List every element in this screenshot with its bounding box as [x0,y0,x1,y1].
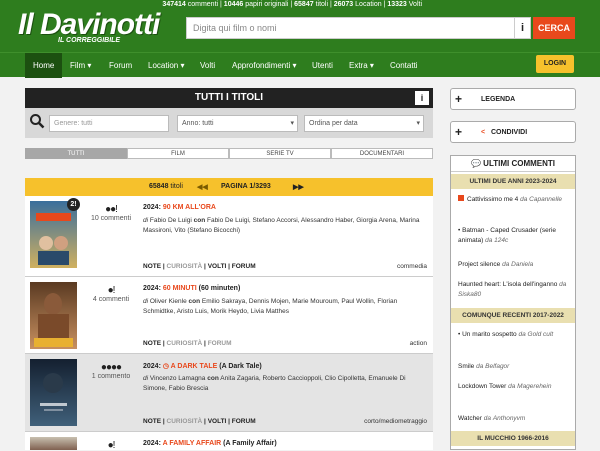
next-page-icon[interactable]: ▶▶ [293,183,304,191]
rating: ●●! [105,204,118,215]
link-volti[interactable]: VOLTI [208,263,227,270]
link-note[interactable]: NOTE [143,340,161,347]
comment-count[interactable]: 4 commenti [87,296,135,303]
nav-film[interactable]: Film ▾ [62,53,99,78]
link-note[interactable]: NOTE [143,418,161,425]
chevron-down-icon: ▾ [290,120,294,127]
page-indicator: PAGINA 1/3293 [221,183,271,190]
pager-bar: 65848 titoli ◀◀ PAGINA 1/3293 ▶▶ [25,178,433,196]
link-forum[interactable]: FORUM [232,418,256,425]
film-genre: action [409,340,427,347]
link-note[interactable]: NOTE [143,263,161,270]
film-credits: di Vincenzo Lamagna con Anita Zagaria, R… [143,375,406,392]
film-links: NOTE | CURIOSITÀ | VOLTI | FORUM [143,263,256,270]
film-row[interactable]: 2! ●●! 10 commenti 2024: 90 KM ALL'ORA d… [25,196,433,277]
film-poster[interactable] [30,201,77,268]
plus-icon: + [455,125,463,139]
search-icon [29,113,45,132]
page-title: TUTTI I TITOLI [25,88,433,108]
plus-icon: + [455,92,463,106]
film-credits: di Oliver Kienle con Emilio Sakraya, Den… [143,298,398,315]
logo-tagline: IL CORREGGIBILE [58,37,121,44]
info-icon[interactable]: i [415,91,429,105]
film-links: NOTE | CURIOSITÀ | FORUM [143,340,232,347]
search-input[interactable]: Digita qui film o nomi [186,17,516,39]
film-poster[interactable] [30,437,77,450]
film-links: NOTE | CURIOSITÀ | VOLTI | FORUM [143,418,256,425]
latest-comments-panel: 💬 ULTIMI COMMENTI ULTIMI DUE ANNI 2023-2… [450,155,576,450]
comment-item[interactable]: Smile da Belfagor [458,362,572,372]
chevron-down-icon: ▾ [416,120,420,127]
genre-input[interactable]: Genere: tutti [49,115,169,132]
comment-badge: 2! [67,198,80,211]
nav-contatti[interactable]: Contatti [382,53,426,78]
tab-tutti[interactable]: TUTTI [25,148,127,159]
search-button[interactable]: CERCA [533,17,575,39]
nav-extra[interactable]: Extra ▾ [341,53,382,78]
site-logo[interactable]: Il Davinotti IL CORREGGIBILE [18,8,168,48]
film-genre: corto/mediometraggio [364,418,427,425]
link-curiosita[interactable]: CURIOSITÀ [167,418,203,425]
nav-location[interactable]: Location ▾ [140,53,192,78]
year-select[interactable]: Anno: tutti ▾ [177,115,298,132]
film-title[interactable]: 2024: 60 MINUTI (60 minuten) [143,285,240,292]
comment-item[interactable]: Lockdown Tower da Magerehein [458,382,572,392]
film-credits: di Fabio De Luigi con Fabio De Luigi, St… [143,217,420,234]
rating: ●●●● [100,362,122,373]
rating: ●! [107,440,116,451]
flag-icon [458,195,464,201]
section-heading: ULTIMI DUE ANNI 2023-2024 [451,174,575,189]
type-tabs: TUTTI FILM SERIE TV DOCUMENTARI [25,148,433,159]
comment-item[interactable]: • Un marito sospetto da Gold cult [458,330,572,340]
comment-item[interactable]: Haunted heart: L'isola dell'inganno da S… [458,280,572,300]
film-row[interactable]: ●! 4 commenti 2024: 60 MINUTI (60 minute… [25,277,433,354]
tab-documentari[interactable]: DOCUMENTARI [331,148,433,159]
section-heading: IL MUCCHIO 1966-2016 [451,431,575,446]
legenda-button[interactable]: + LEGENDA [450,88,576,110]
title-count: 65848 titoli [149,183,183,190]
film-row[interactable]: ●●●● 1 commento 2024: ◷ A DARK TALE (A D… [25,354,433,432]
main-nav: Home Film ▾ Forum Location ▾ Volti Appro… [0,52,600,78]
nav-volti[interactable]: Volti [192,53,223,78]
filter-panel: TUTTI I TITOLI i Genere: tutti Anno: tut… [25,88,433,138]
link-volti[interactable]: VOLTI [208,418,227,425]
link-forum[interactable]: FORUM [232,263,256,270]
film-title[interactable]: 2024: A FAMILY AFFAIR (A Family Affair) [143,440,277,447]
comment-icon: 💬 [470,159,481,168]
comment-count[interactable]: 1 commento [87,373,135,380]
comment-item[interactable]: Project silence da Daniela [458,260,572,270]
tab-film[interactable]: FILM [127,148,229,159]
comment-item[interactable]: Cattivissimo me 4 da Capannelle [458,195,572,205]
prev-page-icon[interactable]: ◀◀ [197,183,208,191]
rating: ●! [107,285,116,296]
comment-count[interactable]: 10 commenti [87,215,135,222]
film-genre: commedia [397,263,427,270]
search-info-button[interactable]: i [514,17,531,39]
nav-approfondimenti[interactable]: Approfondimenti ▾ [224,53,305,78]
link-forum[interactable]: FORUM [208,340,232,347]
film-poster[interactable] [30,359,77,426]
clock-icon: ◷ [162,363,169,370]
comments-heading: 💬 ULTIMI COMMENTI [451,156,575,172]
share-icon: < [481,129,486,136]
nav-home[interactable]: Home [25,53,63,78]
film-title[interactable]: 2024: ◷ A DARK TALE (A Dark Tale) [143,362,262,370]
login-button[interactable]: LOGIN [536,55,574,73]
tab-serie-tv[interactable]: SERIE TV [229,148,331,159]
condividi-button[interactable]: + < CONDIVIDI [450,121,576,143]
order-select[interactable]: Ordina per data ▾ [304,115,424,132]
nav-forum[interactable]: Forum [101,53,140,78]
comment-item[interactable]: Watcher da Anthonyvm [458,414,572,424]
link-curiosita[interactable]: CURIOSITÀ [167,263,203,270]
film-poster[interactable] [30,282,77,349]
comment-item[interactable]: • Batman - Caped Crusader (serie animata… [458,226,572,246]
film-title[interactable]: 2024: 90 KM ALL'ORA [143,204,216,211]
site-header: 347414 commenti | 10446 papiri originali… [0,0,600,52]
section-heading: COMUNQUE RECENTI 2017-2022 [451,308,575,323]
nav-utenti[interactable]: Utenti [304,53,341,78]
link-curiosita[interactable]: CURIOSITÀ [167,340,203,347]
film-row[interactable]: ●! 2024: A FAMILY AFFAIR (A Family Affai… [25,432,433,451]
